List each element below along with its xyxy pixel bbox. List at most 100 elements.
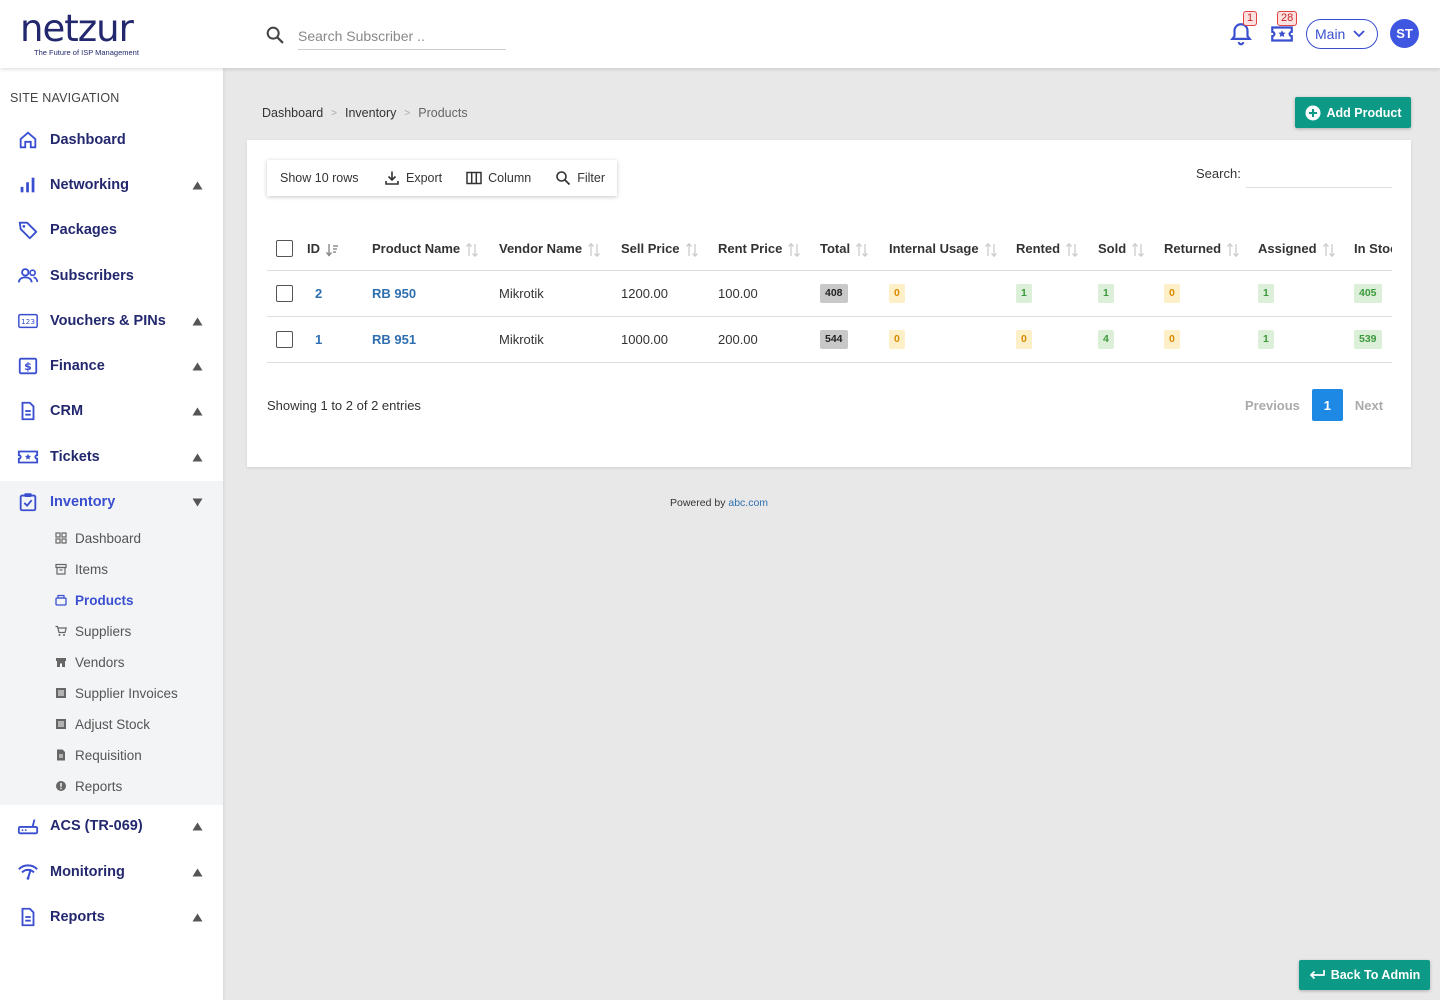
- total-badge: 408: [820, 283, 848, 303]
- cell-rented: 0: [1016, 316, 1098, 363]
- cell-assigned: 1: [1258, 270, 1354, 317]
- cell-product-name: RB 950: [372, 270, 499, 317]
- sub-item-products[interactable]: Products: [0, 587, 223, 613]
- cell-id: 1: [307, 316, 372, 363]
- sub-item-adjust-stock[interactable]: Adjust Stock: [0, 711, 223, 737]
- add-product-label: Add Product: [1326, 105, 1402, 120]
- row-checkbox[interactable]: [276, 330, 293, 348]
- sidebar-item-acs[interactable]: ACS (TR-069): [0, 806, 223, 846]
- id-link[interactable]: 2: [307, 286, 322, 301]
- sidebar-item-finance[interactable]: $ Finance: [0, 346, 223, 386]
- export-button[interactable]: Export: [372, 160, 454, 196]
- sort-desc-icon: [326, 243, 338, 257]
- caret-down-icon: [192, 498, 203, 506]
- product-link[interactable]: RB 951: [372, 332, 416, 347]
- col-returned[interactable]: Returned: [1164, 228, 1258, 271]
- cell-in-stock: 405: [1354, 270, 1392, 317]
- sub-item-label: Vendors: [75, 654, 125, 670]
- sub-item-label: Reports: [75, 778, 123, 794]
- avatar[interactable]: ST: [1390, 19, 1419, 48]
- main-select[interactable]: Main: [1306, 19, 1378, 49]
- sidebar-item-networking[interactable]: Networking: [0, 165, 223, 205]
- sort-icon: [466, 242, 479, 257]
- sub-item-suppliers[interactable]: Suppliers: [0, 618, 223, 644]
- table-toolbar: Show 10 rows Export Column Filter: [267, 160, 617, 196]
- breadcrumb-inventory[interactable]: Inventory: [345, 106, 396, 120]
- breadcrumb: Dashboard > Inventory > Products: [262, 106, 468, 120]
- col-header-label: Rented: [1016, 240, 1061, 256]
- sidebar-item-subscribers[interactable]: Subscribers: [0, 256, 223, 296]
- select-all-header: [267, 228, 307, 271]
- show-rows-button[interactable]: Show 10 rows: [267, 160, 372, 196]
- col-sell-price[interactable]: Sell Price: [621, 228, 718, 271]
- sidebar-item-tickets[interactable]: Tickets: [0, 437, 223, 477]
- sidebar-item-vouchers[interactable]: 123 Vouchers & PINs: [0, 301, 223, 341]
- select-all-checkbox[interactable]: [276, 240, 293, 258]
- col-rent-price[interactable]: Rent Price: [718, 228, 820, 271]
- col-assigned[interactable]: Assigned: [1258, 228, 1354, 271]
- sidebar-item-monitoring[interactable]: Monitoring: [0, 852, 223, 892]
- sub-item-vendors[interactable]: Vendors: [0, 649, 223, 675]
- col-header-label: Sold: [1098, 240, 1127, 256]
- sidebar-item-dashboard[interactable]: Dashboard: [0, 120, 223, 160]
- assigned-badge: 1: [1258, 329, 1274, 349]
- col-vendor-name[interactable]: Vendor Name: [499, 228, 621, 271]
- col-product-name[interactable]: Product Name: [372, 228, 499, 271]
- cell-sold: 1: [1098, 270, 1164, 317]
- sidebar-item-label: Packages: [50, 222, 117, 238]
- internal-usage-badge: 0: [889, 283, 905, 303]
- sub-item-reports[interactable]: Reports: [0, 773, 223, 799]
- sidebar-item-label: Networking: [50, 177, 129, 193]
- column-button[interactable]: Column: [454, 160, 543, 196]
- col-rented[interactable]: Rented: [1016, 228, 1098, 271]
- back-to-admin-button[interactable]: Back To Admin: [1299, 960, 1430, 990]
- breadcrumb-separator: >: [404, 107, 411, 119]
- table-search-label: Search:: [1196, 166, 1241, 181]
- sub-item-requisition[interactable]: Requisition: [0, 742, 223, 768]
- logo[interactable]: netzur The Future of ISP Management: [20, 10, 170, 60]
- search-input[interactable]: [298, 22, 506, 50]
- file-icon: [57, 749, 65, 761]
- col-total[interactable]: Total: [820, 228, 889, 271]
- col-in-stock[interactable]: In Stock: [1354, 228, 1392, 271]
- sort-icon: [588, 242, 601, 257]
- main-select-label: Main: [1315, 26, 1346, 42]
- sort-icon: [788, 242, 801, 257]
- sidebar-item-inventory[interactable]: Inventory: [0, 482, 223, 522]
- page-1-button[interactable]: 1: [1311, 389, 1343, 421]
- sidebar-item-label: CRM: [50, 403, 84, 419]
- cell-internal-usage: 0: [889, 270, 1016, 317]
- sidebar-item-label: Vouchers & PINs: [50, 313, 166, 329]
- table-search-input[interactable]: [1246, 158, 1392, 188]
- cell-product-name: RB 951: [372, 316, 499, 363]
- add-product-button[interactable]: Add Product: [1295, 97, 1411, 128]
- next-button[interactable]: Next: [1355, 398, 1383, 413]
- id-link[interactable]: 1: [307, 332, 322, 347]
- col-id[interactable]: ID: [307, 228, 372, 271]
- filter-button[interactable]: Filter: [543, 160, 617, 196]
- col-header-label: In Stock: [1354, 241, 1392, 257]
- col-internal-usage[interactable]: Internal Usage: [889, 228, 1016, 271]
- cell-assigned: 1: [1258, 316, 1354, 363]
- products-stack-icon: [55, 594, 67, 606]
- search-icon[interactable]: [264, 24, 286, 46]
- chevron-down-icon: [1353, 30, 1365, 38]
- product-link[interactable]: RB 950: [372, 286, 416, 301]
- sidebar: SITE NAVIGATION Dashboard Networking Pac…: [0, 68, 223, 1000]
- sidebar-item-crm[interactable]: CRM: [0, 391, 223, 431]
- breadcrumb-dashboard[interactable]: Dashboard: [262, 106, 323, 120]
- cell-rented: 1: [1016, 270, 1098, 317]
- col-sold[interactable]: Sold: [1098, 228, 1164, 271]
- document-icon: [21, 907, 35, 927]
- sidebar-item-packages[interactable]: Packages: [0, 210, 223, 250]
- list-icon: [56, 719, 66, 729]
- sub-item-items[interactable]: Items: [0, 556, 223, 582]
- previous-button[interactable]: Previous: [1245, 398, 1312, 413]
- sidebar-item-reports[interactable]: Reports: [0, 897, 223, 937]
- svg-text:$: $: [24, 360, 32, 373]
- sub-item-dashboard[interactable]: Dashboard: [0, 525, 223, 551]
- row-checkbox[interactable]: [276, 284, 293, 302]
- powered-by-link[interactable]: abc.com: [728, 497, 768, 509]
- sub-item-supplier-invoices[interactable]: Supplier Invoices: [0, 680, 223, 706]
- document-icon: [21, 401, 35, 421]
